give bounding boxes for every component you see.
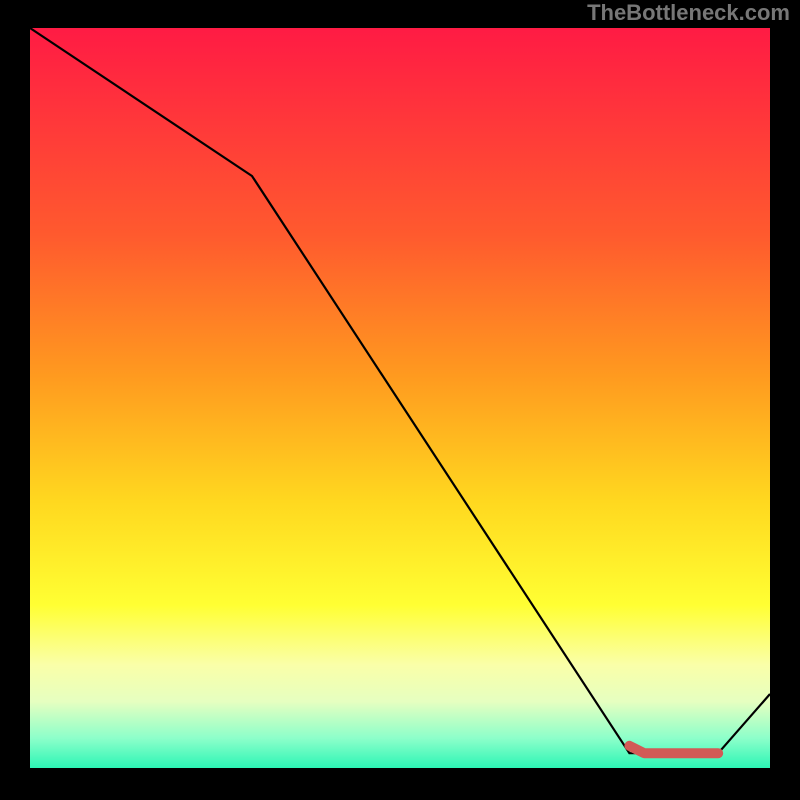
plot-background: [30, 28, 770, 768]
watermark: TheBottleneck.com: [587, 0, 790, 26]
chart-svg: [0, 0, 800, 800]
chart-stage: TheBottleneck.com: [0, 0, 800, 800]
